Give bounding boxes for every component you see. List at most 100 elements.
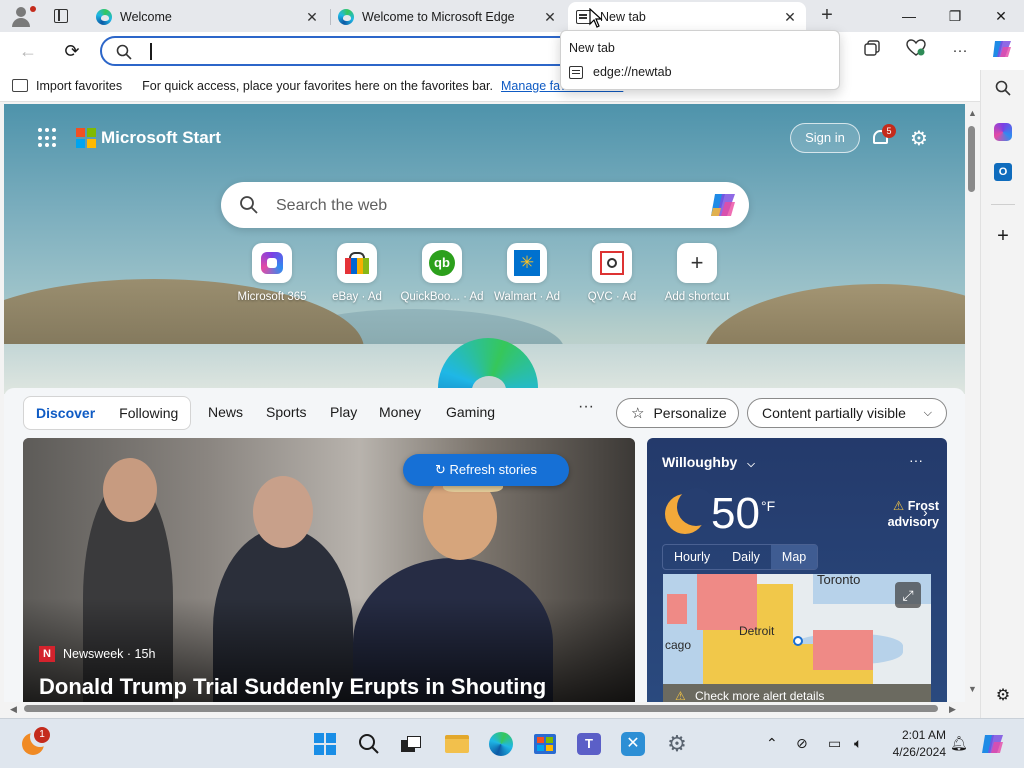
refresh-button[interactable]: ⟳ [58,38,86,64]
nav-gaming[interactable]: Gaming [446,400,495,424]
content-visibility-dropdown[interactable]: Content partially visible ⌵ [747,398,947,428]
task-view-button[interactable] [396,729,426,759]
quick-link-label: QVC · Ad [587,291,637,303]
story-headline[interactable]: Donald Trump Trial Suddenly Erupts in Sh… [39,674,546,700]
sidebar-m365-button[interactable] [991,120,1015,144]
tab-close-button[interactable]: ✕ [542,9,558,26]
notifications-bell-icon[interactable]: 🔔︎ [950,735,968,752]
add-shortcut-button[interactable]: + Add shortcut [652,243,742,303]
brand-title[interactable]: Microsoft Start [101,128,221,148]
vertical-scroll-thumb[interactable] [968,126,975,192]
quick-link-label: Add shortcut [664,291,730,303]
check-alert-details-button[interactable]: ⚠ Check more alert details [663,684,931,702]
sidebar-add-button[interactable]: + [991,224,1015,248]
new-tab-button[interactable]: + [815,4,839,28]
gear-icon: ⚙ [995,687,1011,704]
copilot-icon [982,735,1003,753]
feed-more-button[interactable]: ··· [578,398,594,416]
qvc-icon [600,251,624,275]
hover-card-url[interactable]: edge://newtab [569,65,672,79]
personalize-button[interactable]: ☆ Personalize [616,398,739,428]
widgets-button[interactable]: 1 [18,727,50,759]
quick-link-qvc[interactable]: QVC · Ad [567,243,657,303]
quick-link-quickbooks[interactable]: qb QuickBoo... · Ad [397,243,487,303]
sidebar-outlook-button[interactable]: O [991,160,1015,184]
sign-in-button[interactable]: Sign in [790,123,860,153]
copilot-icon[interactable] [709,192,737,218]
tab-close-button[interactable]: ✕ [304,9,320,26]
scroll-right-arrow-icon[interactable]: ▶ [949,704,956,715]
nav-sports[interactable]: Sports [266,400,306,424]
weather-card[interactable]: Willoughby ⌵ ··· 50 °F ⚠ Frost advisory … [647,438,947,702]
app-button[interactable]: ✕ [618,729,648,759]
web-search-box[interactable]: Search the web [221,182,749,228]
copilot-button[interactable] [990,39,1014,63]
app-launcher-button[interactable] [38,128,58,148]
volume-icon[interactable]: 🔈︎ [854,735,862,752]
page-settings-button[interactable]: ⚙ [910,126,928,151]
quick-link-tile [337,243,377,283]
chevron-right-icon[interactable]: › [923,504,928,520]
horizontal-scroll-thumb[interactable] [24,705,938,712]
minimize-button[interactable]: — [886,0,932,32]
settings-and-more-button[interactable]: ··· [948,39,972,63]
edge-icon [96,9,112,25]
network-icon[interactable]: ⊘ [796,735,808,752]
import-favorites-button[interactable]: Import favorites [12,79,122,93]
weather-tab-daily[interactable]: Daily [721,545,771,569]
tab-following[interactable]: Following [107,397,190,429]
start-button[interactable] [310,729,340,759]
edge-taskbar-button[interactable] [486,729,516,759]
system-clock[interactable]: 2:01 AM 4/26/2024 [876,727,946,761]
content-visibility-label: Content partially visible [762,405,906,421]
browser-essentials-button[interactable] [904,39,928,63]
quick-link-tile: ✳ [507,243,547,283]
scroll-down-arrow-icon[interactable]: ▼ [968,684,977,694]
scroll-left-arrow-icon[interactable]: ◀ [10,704,17,715]
weather-tab-map[interactable]: Map [770,545,818,569]
tab-welcome[interactable]: Welcome ✕ [88,2,328,32]
nav-play[interactable]: Play [330,400,357,424]
weather-tab-hourly[interactable]: Hourly [663,545,721,569]
quick-link-ebay[interactable]: eBay · Ad [312,243,402,303]
display-icon[interactable]: ▭ [828,735,841,752]
quick-link-walmart[interactable]: ✳ Walmart · Ad [482,243,572,303]
tab-new-tab[interactable]: New tab ✕ [568,2,806,32]
sidebar-search-button[interactable] [991,80,1015,104]
settings-app-button[interactable]: ⚙ [662,729,692,759]
weather-location-dropdown[interactable]: Willoughby ⌵ [662,454,755,470]
tab-close-button[interactable]: ✕ [782,9,798,26]
vertical-scrollbar[interactable]: ▲ ▼ [965,104,979,702]
scroll-up-arrow-icon[interactable]: ▲ [968,108,977,118]
address-bar[interactable] [100,36,580,66]
tab-discover[interactable]: Discover [24,397,107,429]
collections-button[interactable] [860,39,884,63]
restore-button[interactable]: ❐ [932,0,978,32]
taskbar-search-button[interactable] [354,729,384,759]
map-label-detroit: Detroit [739,624,775,638]
expand-map-button[interactable]: ⤢ [895,582,921,608]
file-explorer-button[interactable] [442,729,472,759]
weather-map[interactable]: Toronto Detroit cago ⤢ ⚠ Check more aler… [663,574,931,702]
teams-button[interactable]: T [574,729,604,759]
store-button[interactable] [530,729,560,759]
notifications-button[interactable]: 5 [870,124,896,150]
tab-welcome-to-edge[interactable]: Welcome to Microsoft Edge ✕ [330,2,566,32]
quick-link-microsoft-365[interactable]: Microsoft 365 [227,243,317,303]
refresh-stories-button[interactable]: ↻ Refresh stories [403,454,569,486]
windows-taskbar: 1 T ✕ ⚙ ⌃ ⊘ ▭ 🔈︎ 2:01 AM 4/26/2024 🔔︎ [0,718,1024,768]
nav-news[interactable]: News [208,400,243,424]
tab-actions-button[interactable] [48,7,72,25]
copilot-taskbar-button[interactable] [978,729,1008,759]
quick-link-label: eBay · Ad [332,291,382,303]
show-hidden-icons-button[interactable]: ⌃ [766,735,778,752]
horizontal-scrollbar[interactable]: ◀ ▶ [4,702,965,716]
profile-button[interactable] [8,4,36,28]
sidebar-settings-button[interactable]: ⚙ [991,684,1015,708]
back-button[interactable]: ← [14,38,42,64]
frost-advisory-link[interactable]: ⚠ Frost advisory [869,498,939,530]
nav-money[interactable]: Money [379,400,421,424]
close-window-button[interactable]: ✕ [978,0,1024,32]
weather-more-button[interactable]: ··· [909,452,923,468]
favorites-bar: Import favorites For quick access, place… [0,70,1024,102]
